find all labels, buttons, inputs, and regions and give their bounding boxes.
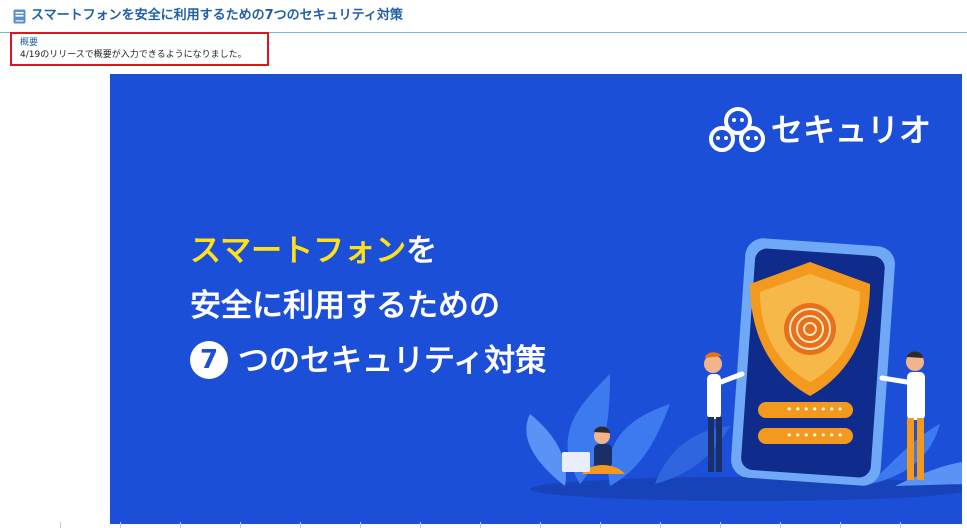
headline-line-3-text: つのセキュリティ対策	[238, 343, 547, 379]
headline-line-1: スマートフォンを	[190, 224, 546, 279]
tab-divider	[120, 522, 121, 528]
summary-label: 概要	[20, 38, 39, 48]
page-header: スマートフォンを安全に利用するための7つのセキュリティ対策	[0, 0, 967, 33]
tab-divider	[180, 522, 181, 528]
number-badge: 7	[190, 340, 228, 379]
brand-logo: セキュリオ	[708, 103, 938, 159]
tab-divider	[600, 522, 601, 528]
brand-name: セキュリオ	[771, 111, 932, 149]
headline-highlight: スマートフォン	[190, 233, 407, 269]
tab-divider	[240, 522, 241, 528]
headline-line-3: 7 つのセキュリティ対策	[190, 334, 546, 389]
page-title: スマートフォンを安全に利用するための7つのセキュリティ対策	[31, 8, 403, 23]
bottom-tab-strip	[0, 522, 967, 528]
tab-divider	[420, 522, 421, 528]
password-field-1: •••••••	[786, 403, 846, 416]
summary-section: 概要 4/19のリリースで概要が入力できるようになりました。	[10, 32, 269, 66]
tab-divider	[540, 522, 541, 528]
tab-divider	[480, 522, 481, 528]
headline-line-2: 安全に利用するための	[190, 288, 500, 324]
summary-text: 4/19のリリースで概要が入力できるようになりました。	[20, 50, 247, 60]
tab-divider	[360, 522, 361, 528]
book-icon	[13, 9, 26, 24]
headline-line-1-rest: を	[406, 233, 438, 269]
tab-divider	[60, 522, 61, 528]
tab-divider	[720, 522, 721, 528]
article-banner-image: セキュリオ スマートフォンを 安全に利用するための 7 つのセキュリティ対策 ••…	[110, 74, 962, 524]
banner-headline: スマートフォンを 安全に利用するための 7 つのセキュリティ対策	[190, 224, 546, 389]
tab-divider	[780, 522, 781, 528]
smartphone-illustration	[731, 238, 895, 486]
leaf-decoration	[526, 374, 730, 486]
tab-divider	[840, 522, 841, 528]
brand-mascot-icon	[709, 107, 765, 152]
tab-divider	[660, 522, 661, 528]
tab-divider	[300, 522, 301, 528]
password-field-2: •••••••	[786, 429, 846, 442]
tab-divider	[900, 522, 901, 528]
